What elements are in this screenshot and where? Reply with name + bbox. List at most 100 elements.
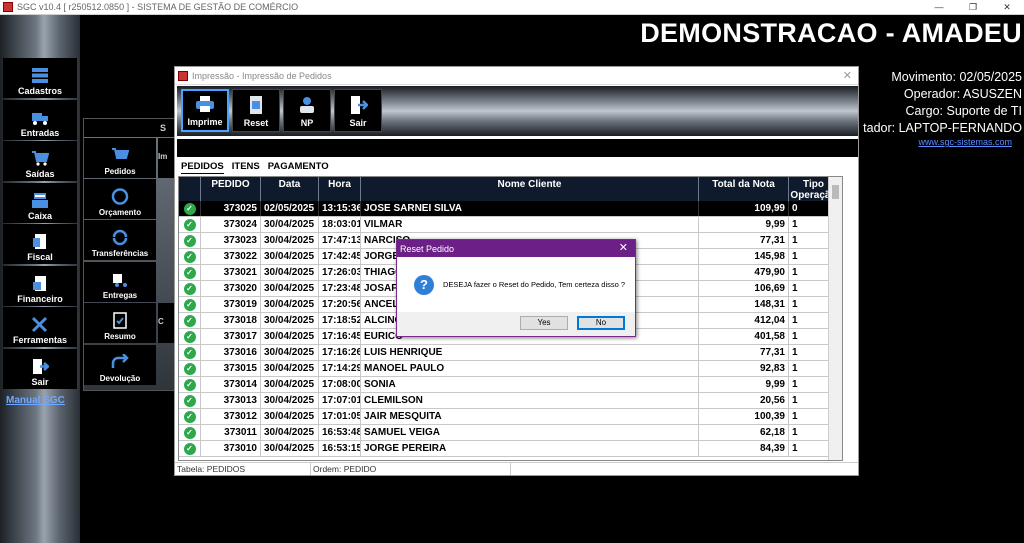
table-row[interactable]: ✓ 373024 30/04/2025 18:03:01 VILMAR 9,99 1 bbox=[179, 217, 842, 233]
table-row[interactable]: ✓ 373012 30/04/2025 17:01:05 JAIR MESQUITA 10… bbox=[179, 409, 842, 425]
row-status-cell: ✓ bbox=[179, 441, 201, 456]
dialog-titlebar: Impressão - Impressão de Pedidos ✕ bbox=[175, 67, 858, 85]
table-cell: 373020 bbox=[201, 281, 261, 296]
table-row[interactable]: ✓ 373016 30/04/2025 17:16:26 LUIS HENRIQUE 77… bbox=[179, 345, 842, 361]
finance-icon bbox=[33, 276, 46, 291]
header-indicator bbox=[179, 177, 201, 201]
maximize-button[interactable]: ❐ bbox=[956, 0, 990, 15]
summary-icon bbox=[113, 312, 127, 329]
check-icon: ✓ bbox=[183, 362, 196, 375]
sidebar-item-saidas[interactable]: Saídas bbox=[3, 141, 77, 181]
check-icon: ✓ bbox=[183, 314, 196, 327]
table-row[interactable]: ✓ 373014 30/04/2025 17:08:00 SONIA 9,99 1 bbox=[179, 377, 842, 393]
check-icon: ✓ bbox=[183, 394, 196, 407]
sidebar-item-ferramentas[interactable]: Ferramentas bbox=[3, 307, 77, 347]
submenu-header: S bbox=[84, 119, 179, 137]
site-link[interactable]: www.sgc-sistemas.com bbox=[918, 137, 1012, 147]
table-row[interactable]: ✓ 373013 30/04/2025 17:07:01 CLEMILSON 20,56 1 bbox=[179, 393, 842, 409]
yes-button[interactable]: Yes bbox=[520, 316, 568, 330]
row-status-cell: ✓ bbox=[179, 393, 201, 408]
table-cell: 17:16:26 bbox=[319, 345, 361, 360]
sidebar-item-sair[interactable]: Sair bbox=[3, 349, 77, 389]
table-cell: 373016 bbox=[201, 345, 261, 360]
row-status-cell: ✓ bbox=[179, 377, 201, 392]
print-button[interactable]: Imprime bbox=[181, 89, 229, 132]
table-cell: SAMUEL VEIGA bbox=[361, 425, 699, 440]
reset-icon bbox=[250, 96, 262, 114]
sidebar-item-cadastros[interactable]: Cadastros bbox=[3, 58, 77, 98]
column-header[interactable]: Total da Nota bbox=[699, 177, 789, 201]
submenu-item-devolucao[interactable]: Devolução bbox=[84, 345, 156, 385]
row-status-cell: ✓ bbox=[179, 361, 201, 376]
exit-icon bbox=[351, 96, 368, 114]
table-row[interactable]: ✓ 373025 02/05/2025 13:15:36 JOSE SARNEI SIL… bbox=[179, 201, 842, 217]
table-cell: 17:01:05 bbox=[319, 409, 361, 424]
check-icon: ✓ bbox=[183, 202, 196, 215]
table-cell: 17:42:45 bbox=[319, 249, 361, 264]
vertical-scrollbar[interactable] bbox=[828, 177, 842, 460]
table-cell: 30/04/2025 bbox=[261, 441, 319, 456]
tools-icon bbox=[31, 316, 48, 333]
sidebar-item-fiscal[interactable]: Fiscal bbox=[3, 224, 77, 264]
submenu-item-transferencias[interactable]: Transferências bbox=[84, 220, 156, 260]
table-cell: 17:47:13 bbox=[319, 233, 361, 248]
table-cell: 373014 bbox=[201, 377, 261, 392]
submenu-item-entregas[interactable]: Entregas bbox=[84, 262, 156, 302]
delivery-icon bbox=[113, 274, 127, 287]
table-cell: 17:18:52 bbox=[319, 313, 361, 328]
reset-button[interactable]: Reset bbox=[232, 89, 280, 132]
table-cell: 30/04/2025 bbox=[261, 393, 319, 408]
manual-link[interactable]: Manual SGC bbox=[6, 395, 65, 406]
sidebar-item-financeiro[interactable]: Financeiro bbox=[3, 266, 77, 306]
table-cell: 373025 bbox=[201, 201, 261, 216]
table-cell: 30/04/2025 bbox=[261, 409, 319, 424]
dialog-close-button[interactable]: ✕ bbox=[843, 69, 852, 82]
table-cell: 373018 bbox=[201, 313, 261, 328]
table-cell: 100,39 bbox=[699, 409, 789, 424]
table-row[interactable]: ✓ 373015 30/04/2025 17:14:29 MANOEL PAULO 92,… bbox=[179, 361, 842, 377]
np-icon bbox=[300, 97, 314, 113]
exit-button[interactable]: Sair bbox=[334, 89, 382, 132]
column-header[interactable]: Nome Cliente bbox=[361, 177, 699, 201]
column-header[interactable]: Hora bbox=[319, 177, 361, 201]
table-row[interactable]: ✓ 373011 30/04/2025 16:53:48 SAMUEL VEIGA 62,… bbox=[179, 425, 842, 441]
table-row[interactable]: ✓ 373010 30/04/2025 16:53:15 JORGE PEREIRA 84… bbox=[179, 441, 842, 457]
tab-pedidos[interactable]: PEDIDOS bbox=[181, 161, 224, 174]
row-status-cell: ✓ bbox=[179, 345, 201, 360]
column-header[interactable]: Data bbox=[261, 177, 319, 201]
table-cell: 16:53:15 bbox=[319, 441, 361, 456]
no-button[interactable]: No bbox=[577, 316, 625, 330]
table-cell: 30/04/2025 bbox=[261, 249, 319, 264]
submenu-item-orcamento[interactable]: Orçamento bbox=[84, 179, 156, 219]
sidebar-item-caixa[interactable]: Caixa bbox=[3, 183, 77, 223]
submenu-item-pedidos[interactable]: Pedidos bbox=[84, 138, 156, 178]
tab-itens[interactable]: ITENS bbox=[232, 161, 260, 174]
row-status-cell: ✓ bbox=[179, 201, 201, 216]
sidebar-item-entradas[interactable]: Entradas bbox=[3, 100, 77, 140]
row-status-cell: ✓ bbox=[179, 425, 201, 440]
table-cell: LUIS HENRIQUE bbox=[361, 345, 699, 360]
table-cell: 18:03:01 bbox=[319, 217, 361, 232]
row-status-cell: ✓ bbox=[179, 281, 201, 296]
table-cell: 373010 bbox=[201, 441, 261, 456]
scrollbar-thumb[interactable] bbox=[832, 185, 839, 199]
table-cell: 30/04/2025 bbox=[261, 217, 319, 232]
table-cell: 373013 bbox=[201, 393, 261, 408]
tab-pagamento[interactable]: PAGAMENTO bbox=[268, 161, 329, 174]
status-order: Ordem: PEDIDO bbox=[311, 463, 511, 475]
window-title: SGC v10.4 [ r250512.0850 ] - SISTEMA DE … bbox=[17, 2, 299, 12]
check-icon: ✓ bbox=[183, 298, 196, 311]
table-cell: JORGE PEREIRA bbox=[361, 441, 699, 456]
submenu-item-resumo[interactable]: Resumo bbox=[84, 303, 156, 343]
table-cell: 373017 bbox=[201, 329, 261, 344]
table-cell: 17:14:29 bbox=[319, 361, 361, 376]
modal-close-button[interactable]: ✕ bbox=[619, 241, 628, 254]
app-icon bbox=[3, 2, 13, 12]
close-button[interactable]: ✕ bbox=[990, 0, 1024, 15]
table-cell: 9,99 bbox=[699, 377, 789, 392]
column-header[interactable]: PEDIDO bbox=[201, 177, 261, 201]
minimize-button[interactable]: — bbox=[922, 0, 956, 15]
document-icon bbox=[33, 234, 46, 249]
cart-icon bbox=[32, 151, 49, 166]
np-button[interactable]: NP bbox=[283, 89, 331, 132]
